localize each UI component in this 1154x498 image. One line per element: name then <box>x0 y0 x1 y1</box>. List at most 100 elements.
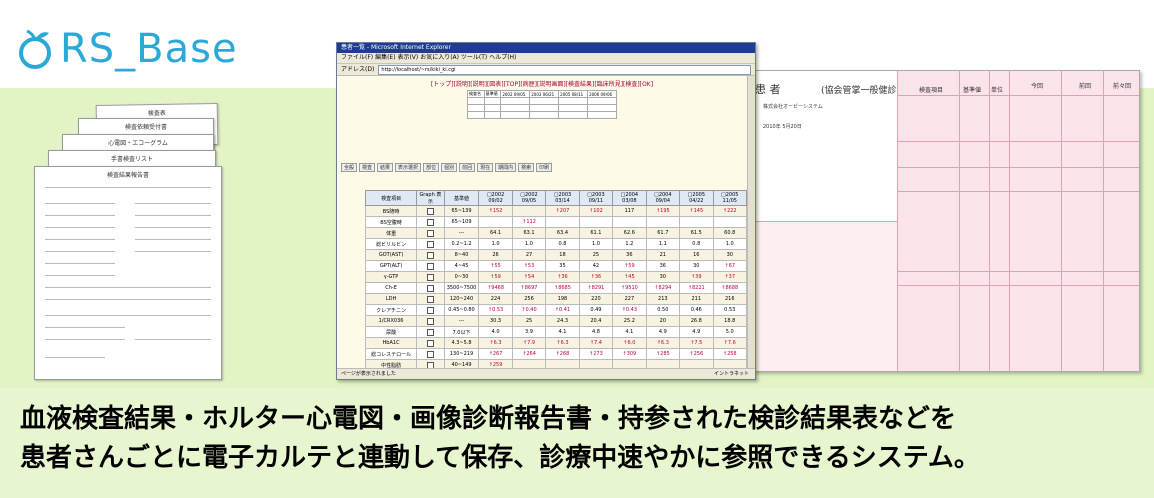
menu-tools[interactable]: ツール(T) <box>461 54 487 61</box>
graph-checkbox[interactable] <box>426 350 434 358</box>
lab-column-header[interactable]: □2003 09/11 <box>578 190 614 206</box>
graph-checkbox-cell <box>416 249 445 261</box>
lab-item-name[interactable]: 中性脂肪 <box>364 359 418 368</box>
lab-item-name[interactable]: 1/CRX036 <box>364 315 418 327</box>
browser-title: 患者一覧 - Microsoft Internet Explorer <box>341 44 451 51</box>
graph-checkbox[interactable] <box>426 306 434 314</box>
lab-value: 62.6 <box>612 227 647 239</box>
lab-reference-range: 4.3~5.8 <box>443 337 480 349</box>
lab-item-name[interactable]: クレアチニン <box>364 304 418 316</box>
toolbar-button[interactable]: 検査 <box>359 163 376 172</box>
lab-value: ↑145 <box>679 205 714 217</box>
address-input[interactable]: http://localhost/~rs/kiki_ki.cgi <box>378 64 751 75</box>
lab-item-name[interactable]: LDH <box>364 293 418 305</box>
lab-value: 0.50 <box>645 304 681 316</box>
toolbar-button[interactable]: 個別 <box>441 163 458 172</box>
lab-value: ↑8685 <box>545 282 580 294</box>
toolbar-button[interactable]: 部位 <box>423 163 440 172</box>
graph-checkbox[interactable] <box>426 229 434 237</box>
lab-value: 1.0 <box>578 238 614 250</box>
paper-title: 心電図・エコーグラム <box>108 140 168 147</box>
graph-checkbox[interactable] <box>426 207 434 215</box>
lab-value: ↑7.4 <box>578 337 614 349</box>
lab-item-name[interactable]: GOT(AST) <box>364 249 418 261</box>
graph-checkbox[interactable] <box>426 240 434 248</box>
lab-column-header[interactable]: □2002 09/05 <box>511 190 547 206</box>
toolbar-button[interactable]: 期間内 <box>495 163 517 172</box>
lab-item-name[interactable]: 総コレステロール <box>364 348 418 360</box>
lab-value: 0.46 <box>679 304 714 316</box>
graph-checkbox[interactable] <box>426 284 434 292</box>
lab-item-name[interactable]: 総ビリルビン <box>364 238 418 250</box>
lab-value: 18 <box>545 249 580 261</box>
lab-item-name[interactable]: 体重 <box>364 227 418 239</box>
graph-checkbox-cell <box>416 205 445 217</box>
lab-column-header[interactable]: □2004 03/08 <box>612 190 647 206</box>
lab-value <box>511 205 547 217</box>
graph-checkbox[interactable] <box>426 295 434 303</box>
lab-column-header[interactable]: □2005 11/05 <box>712 190 747 206</box>
lab-item-name[interactable]: HbA1C <box>364 337 418 349</box>
graph-checkbox[interactable] <box>426 251 434 259</box>
summary-header: 2003 06/21 <box>529 90 560 98</box>
lab-value: ↑0.40 <box>511 304 547 316</box>
menu-help[interactable]: ヘルプ(H) <box>489 54 516 61</box>
lab-value: 220 <box>578 293 614 305</box>
lab-value: 213 <box>645 293 681 305</box>
lab-reference-range: 4~45 <box>443 260 480 272</box>
vertical-scrollbar[interactable] <box>747 76 755 368</box>
menu-file[interactable]: ファイル(F) <box>341 54 373 61</box>
graph-checkbox-cell <box>416 326 445 338</box>
browser-menu-bar: ファイル(F) 編集(E) 表示(V) お気に入り(A) ツール(T) ヘルプ(… <box>337 53 755 64</box>
form-company: 株式会社オービーシステム <box>763 104 823 110</box>
lab-row: GPT(ALT) 4~45 ↑55 ↑53 35 42 ↑59 36 30 ↑67 <box>364 260 747 272</box>
graph-checkbox[interactable] <box>426 317 434 325</box>
menu-favorites[interactable]: お気に入り(A) <box>420 54 459 61</box>
page-nav-links[interactable]: [トップ][説明][説明][図表][TOP][病歴][説明画面][検査結果][臨… <box>337 79 747 88</box>
lab-value: 20.4 <box>578 315 614 327</box>
toolbar-button[interactable]: 現在 <box>477 163 494 172</box>
toolbar-button[interactable]: 検索 <box>518 163 535 172</box>
lab-column-header[interactable]: □2005 04/22 <box>679 190 714 206</box>
toolbar-button[interactable]: 前回 <box>459 163 476 172</box>
lab-value: ↑8688 <box>712 282 747 294</box>
grid-line <box>959 71 960 371</box>
lab-column-header[interactable]: □2004 09/04 <box>645 190 681 206</box>
lab-value: 36 <box>612 249 647 261</box>
lab-item-name[interactable]: γ-GTP <box>364 271 418 283</box>
toolbar-button[interactable]: 表示選択 <box>395 163 422 172</box>
lab-value: 1.0 <box>712 238 747 250</box>
lab-reference-range: 0.2~1.2 <box>443 238 480 250</box>
lab-item-name[interactable]: Ch-E <box>364 282 418 294</box>
menu-edit[interactable]: 編集(E) <box>375 54 395 61</box>
lab-column-header[interactable]: □2002 09/02 <box>478 190 513 206</box>
graph-checkbox[interactable] <box>426 339 434 347</box>
lab-value: ↑6.3 <box>545 337 580 349</box>
lab-value: 0.49 <box>578 304 614 316</box>
graph-checkbox[interactable] <box>426 328 434 336</box>
menu-view[interactable]: 表示(V) <box>397 54 418 61</box>
lab-item-name[interactable]: GPT(ALT) <box>364 260 418 272</box>
lab-item-name[interactable]: BS随時 <box>364 205 418 217</box>
toolbar-button[interactable]: 結果 <box>377 163 394 172</box>
lab-value <box>511 359 547 368</box>
graph-checkbox[interactable] <box>426 273 434 281</box>
lab-row: 総コレステロール 130~219 ↑267 ↑264 ↑268 ↑273 ↑309 ↑285 ↑… <box>364 348 747 360</box>
lab-item-name[interactable]: 尿酸 <box>364 326 418 338</box>
toolbar-button[interactable]: 全般 <box>341 163 358 172</box>
lab-value: 30 <box>712 249 747 261</box>
graph-checkbox-cell <box>416 304 445 316</box>
lab-value: 64.1 <box>478 227 513 239</box>
lab-value: 63.4 <box>545 227 580 239</box>
graph-checkbox-cell <box>416 271 445 283</box>
lab-value: 117 <box>612 205 647 217</box>
lab-item-name[interactable]: BS空腹時 <box>364 216 418 228</box>
grid-line <box>989 71 990 371</box>
graph-checkbox[interactable] <box>426 218 434 226</box>
lab-column-header[interactable]: □2003 03/14 <box>545 190 580 206</box>
lab-value: 4.1 <box>545 326 580 338</box>
toolbar-button[interactable]: 印刷 <box>536 163 553 172</box>
lab-value: 16 <box>679 249 714 261</box>
lab-value: 21 <box>645 249 681 261</box>
graph-checkbox[interactable] <box>426 262 434 270</box>
